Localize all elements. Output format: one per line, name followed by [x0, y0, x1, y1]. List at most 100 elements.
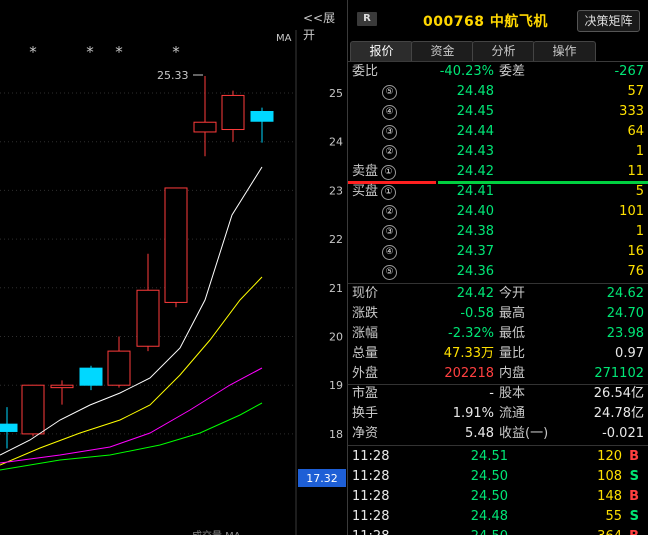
buy-row-1[interactable]: 买盘 ① 24.41 5: [348, 182, 648, 202]
level-badge: ⑤: [382, 265, 397, 280]
weibi-label: 委比: [352, 64, 379, 79]
label-guben: 股本: [499, 386, 526, 401]
candle-body: [136, 289, 160, 347]
y-tick-label: 25: [329, 87, 343, 100]
buy-volume: 16: [627, 244, 644, 259]
buy-label: 买盘: [352, 184, 379, 199]
sell-volume: 333: [619, 104, 644, 119]
value-xianjia: 24.42: [456, 286, 494, 301]
tick-time: 11:28: [352, 449, 390, 464]
candle-body: [250, 111, 274, 122]
sell-price: 24.48: [456, 84, 494, 99]
sell-volume: 64: [627, 124, 644, 139]
sell-volume: 1: [635, 144, 644, 159]
candle-body: [107, 350, 131, 386]
buy-row-4[interactable]: ④ 24.37 16: [348, 242, 648, 262]
buy-price: 24.36: [456, 264, 494, 279]
label-zuidi: 最低: [499, 326, 526, 341]
value-neipan: 271102: [594, 366, 644, 381]
candle-body: [21, 384, 45, 435]
quote-row-outer-inner: 外盘 202218 内盘 271102: [348, 364, 648, 384]
y-tick-label: 23: [329, 184, 343, 197]
tick-price: 24.48: [470, 509, 508, 524]
label-xianjia: 现价: [352, 286, 379, 301]
event-marker: *: [29, 43, 37, 61]
candle-body: [193, 121, 217, 133]
quote-row-turnover: 换手 1.91% 流通 24.78亿: [348, 404, 648, 424]
sell-row-1[interactable]: 卖盘 ① 24.42 11: [348, 162, 648, 182]
value-zongliang: 47.33万: [443, 346, 494, 361]
y-tick-label: 18: [329, 428, 343, 441]
tick-price: 24.50: [470, 469, 508, 484]
tick-row[interactable]: 11:28 24.51 120 B: [348, 447, 648, 467]
value-liutong: 24.78亿: [593, 406, 644, 421]
buy-price: 24.40: [456, 204, 494, 219]
tick-row[interactable]: 11:28 24.50 108 S: [348, 467, 648, 487]
tick-row[interactable]: 11:28 24.50 148 B: [348, 487, 648, 507]
quote-row-pct: 涨幅 -2.32% 最低 23.98: [348, 324, 648, 344]
value-shiying: -: [489, 386, 494, 401]
value-zhangdie: -0.58: [460, 306, 494, 321]
value-zuigao: 24.70: [606, 306, 644, 321]
buy-volume: 1: [635, 224, 644, 239]
tab-analysis[interactable]: 分析: [472, 41, 535, 61]
y-tick-label: 21: [329, 282, 343, 295]
stock-code-name: 000768 中航飞机: [423, 14, 548, 30]
sell-volume: 57: [627, 84, 644, 99]
buy-row-5[interactable]: ⑤ 24.36 76: [348, 262, 648, 282]
sell-row-2[interactable]: ② 24.43 1: [348, 142, 648, 162]
label-jinkai: 今开: [499, 286, 526, 301]
tick-volume: 108: [597, 469, 622, 484]
quote-row-pe: 市盈 - 股本 26.54亿: [348, 384, 648, 404]
ma-label: MA: [276, 33, 292, 44]
tick-volume: 364: [597, 527, 622, 535]
weicha-value: -267: [614, 64, 644, 79]
level-badge: ①: [381, 185, 396, 200]
tick-time: 11:28: [352, 469, 390, 484]
buy-volume: 5: [635, 184, 644, 199]
sell-row-3[interactable]: ③ 24.44 64: [348, 122, 648, 142]
value-waipan: 202218: [444, 366, 494, 381]
tick-row[interactable]: 11:28 24.48 55 S: [348, 507, 648, 527]
kline-chart[interactable]: 25 24 23 22 21 20 19 18 * * * * 25.33 17.32 <<展开 MA 成…: [0, 0, 347, 535]
buy-row-2[interactable]: ② 24.40 101: [348, 202, 648, 222]
tick-price: 24.51: [470, 449, 508, 464]
tick-time: 11:28: [352, 509, 390, 524]
decision-matrix-button[interactable]: 决策矩阵: [577, 10, 640, 32]
sell-price: 24.43: [456, 144, 494, 159]
tick-side: B: [629, 449, 639, 464]
bottom-volume-label: 成交量 MA: [192, 527, 241, 535]
event-marker: *: [172, 43, 180, 61]
r-badge: R: [357, 12, 377, 26]
candle-body: [164, 187, 188, 303]
value-zhangfu: -2.32%: [448, 326, 494, 341]
label-zuigao: 最高: [499, 306, 526, 321]
candle-body: [0, 423, 18, 432]
weibi-value: -40.23%: [439, 64, 494, 79]
ma10-line: [0, 276, 263, 466]
value-jinkai: 24.62: [606, 286, 644, 301]
tick-row[interactable]: 11:28 24.50 364 B: [348, 527, 648, 535]
label-zhangfu: 涨幅: [352, 326, 379, 341]
value-jingzi: 5.48: [465, 426, 494, 441]
label-jingzi: 净资: [352, 426, 379, 441]
level-badge: ④: [382, 105, 397, 120]
level-badge: ③: [382, 125, 397, 140]
buy-price: 24.37: [456, 244, 494, 259]
level-badge: ③: [382, 225, 397, 240]
y-tick-label: 20: [329, 331, 343, 344]
sell-row-5[interactable]: ⑤ 24.48 57: [348, 82, 648, 102]
tab-operation[interactable]: 操作: [533, 41, 596, 61]
quote-row-assets: 净资 5.48 收益(一) -0.021: [348, 424, 648, 444]
candle-body: [50, 384, 74, 389]
sell-row-4[interactable]: ④ 24.45 333: [348, 102, 648, 122]
buy-row-3[interactable]: ③ 24.38 1: [348, 222, 648, 242]
expand-button[interactable]: <<展开: [303, 9, 347, 43]
stock-header: R 000768 中航飞机 决策矩阵: [348, 0, 648, 40]
tab-quote[interactable]: 报价: [350, 41, 413, 61]
level-badge: ④: [382, 245, 397, 260]
tab-funds[interactable]: 资金: [411, 41, 474, 61]
kline-chart-canvas[interactable]: 25 24 23 22 21 20 19 18 * * * * 25.33 17.32: [0, 0, 347, 535]
y-tick-label: 22: [329, 233, 343, 246]
tick-side: B: [629, 489, 639, 504]
